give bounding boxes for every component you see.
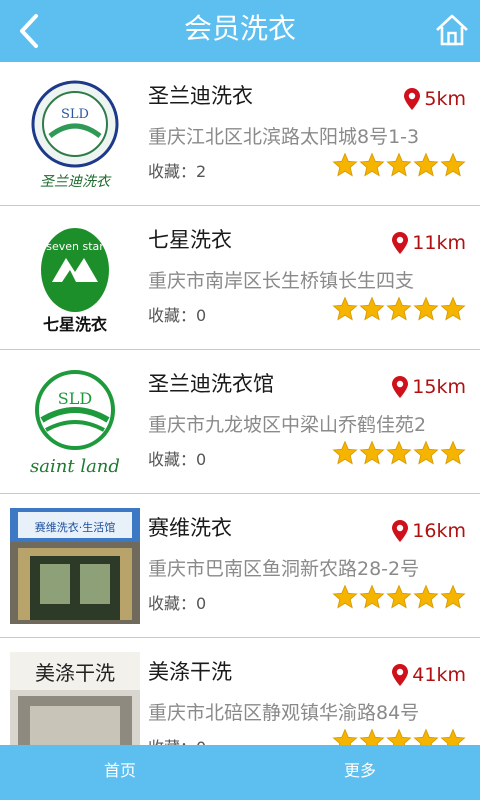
shop-name: 赛维洗衣 xyxy=(148,516,232,540)
favorites-count: 收藏：0 xyxy=(148,446,206,470)
star-icon xyxy=(332,296,358,321)
favorites-label: 收藏： xyxy=(148,450,197,469)
page-title: 会员洗衣 xyxy=(183,12,296,45)
home-icon xyxy=(436,14,468,46)
star-icon xyxy=(332,440,358,465)
tab-more[interactable]: 更多 xyxy=(344,745,376,800)
shop-logo: seven star 七星洗衣 xyxy=(10,220,140,336)
favorites-count: 收藏：2 xyxy=(148,158,206,182)
logo-text: 美涤干洗 xyxy=(35,661,115,685)
star-icon xyxy=(332,584,358,609)
shop-address: 重庆市九龙坡区中梁山乔鹤佳苑2 xyxy=(148,414,427,436)
logo-text: seven star xyxy=(46,240,104,253)
shop-name: 圣兰迪洗衣 xyxy=(148,84,253,108)
star-icon xyxy=(440,440,466,465)
location-pin-icon xyxy=(392,520,409,542)
shop-photo: 美涤干洗 xyxy=(10,652,140,745)
shop-photo: 赛维洗衣·生活馆 xyxy=(10,508,140,624)
shop-address: 重庆市北碚区静观镇华渝路84号 xyxy=(148,702,420,724)
favorites-value: 0 xyxy=(196,738,206,745)
bottom-tab-bar: 首页 更多 xyxy=(0,745,480,800)
rating-stars xyxy=(332,440,466,466)
star-icon xyxy=(440,152,466,177)
rating-stars xyxy=(332,152,466,178)
location-pin-icon xyxy=(392,376,409,398)
distance: 41km xyxy=(392,664,466,686)
favorites-label: 收藏： xyxy=(148,162,197,181)
list-item[interactable]: seven star 七星洗衣 七星洗衣 11km 重庆市南岸区长生桥镇长生四支… xyxy=(0,206,480,350)
star-icon xyxy=(440,296,466,321)
shop-name: 七星洗衣 xyxy=(148,228,232,252)
rating-stars xyxy=(332,728,466,745)
star-icon xyxy=(359,440,385,465)
favorites-count: 收藏：0 xyxy=(148,590,206,614)
star-icon xyxy=(332,152,358,177)
logo-text: SLD xyxy=(61,107,89,122)
logo-caption: 七星洗衣 xyxy=(43,315,107,334)
list-item[interactable]: SLD 圣兰迪洗衣 圣兰迪洗衣 5km 重庆江北区北滨路太阳城8号1-3 收藏：… xyxy=(0,62,480,206)
star-icon xyxy=(440,728,466,745)
logo-caption: 圣兰迪洗衣 xyxy=(40,174,112,190)
shop-logo: SLD saint land xyxy=(10,364,140,480)
distance: 15km xyxy=(392,376,466,398)
logo-text: 赛维洗衣·生活馆 xyxy=(35,520,116,534)
star-icon xyxy=(386,728,412,745)
shop-address: 重庆市巴南区鱼洞新农路28-2号 xyxy=(148,558,420,580)
rating-stars xyxy=(332,296,466,322)
favorites-value: 0 xyxy=(196,306,207,325)
star-icon xyxy=(440,584,466,609)
favorites-count: 收藏：0 xyxy=(148,302,206,326)
distance-value: 41km xyxy=(412,664,466,686)
list-item[interactable]: 赛维洗衣·生活馆 赛维洗衣 16km 重庆市巴南区鱼洞新农路28-2号 收藏：0 xyxy=(0,494,480,638)
star-icon xyxy=(413,152,439,177)
list-item[interactable]: 美涤干洗 美涤干洗 41km 重庆市北碚区静观镇华渝路84号 收藏：0 xyxy=(0,638,480,745)
location-pin-icon xyxy=(392,664,409,686)
rating-stars xyxy=(332,584,466,610)
star-icon xyxy=(413,440,439,465)
shop-list: SLD 圣兰迪洗衣 圣兰迪洗衣 5km 重庆江北区北滨路太阳城8号1-3 收藏：… xyxy=(0,62,480,745)
star-icon xyxy=(386,440,412,465)
favorites-label: 收藏： xyxy=(148,306,197,325)
distance: 5km xyxy=(404,88,466,110)
list-item[interactable]: SLD saint land 圣兰迪洗衣馆 15km 重庆市九龙坡区中梁山乔鹤佳… xyxy=(0,350,480,494)
star-icon xyxy=(413,296,439,321)
header-bar: 会员洗衣 xyxy=(0,0,480,62)
favorites-count: 收藏：0 xyxy=(148,734,206,745)
shop-address: 重庆江北区北滨路太阳城8号1-3 xyxy=(148,126,420,148)
location-pin-icon xyxy=(404,88,421,110)
tab-home[interactable]: 首页 xyxy=(104,745,136,800)
distance: 11km xyxy=(392,232,466,254)
star-icon xyxy=(386,584,412,609)
star-icon xyxy=(359,296,385,321)
distance-value: 16km xyxy=(412,520,466,542)
star-icon xyxy=(386,152,412,177)
star-icon xyxy=(359,584,385,609)
star-icon xyxy=(359,728,385,745)
favorites-value: 2 xyxy=(196,162,207,181)
logo-caption: saint land xyxy=(30,456,120,477)
logo-text: SLD xyxy=(58,389,92,408)
star-icon xyxy=(413,728,439,745)
home-button[interactable] xyxy=(434,12,470,48)
star-icon xyxy=(413,584,439,609)
shop-name: 圣兰迪洗衣馆 xyxy=(148,372,274,396)
shop-name: 美涤干洗 xyxy=(148,660,232,684)
distance-value: 5km xyxy=(424,88,466,110)
shop-address: 重庆市南岸区长生桥镇长生四支 xyxy=(148,270,415,292)
favorites-value: 0 xyxy=(196,594,207,613)
shop-logo: SLD 圣兰迪洗衣 xyxy=(10,76,140,192)
distance-value: 15km xyxy=(412,376,466,398)
star-icon xyxy=(332,728,358,745)
distance-value: 11km xyxy=(412,232,466,254)
distance: 16km xyxy=(392,520,466,542)
favorites-value: 0 xyxy=(196,450,207,469)
star-icon xyxy=(386,296,412,321)
favorites-label: 收藏： xyxy=(148,594,197,613)
star-icon xyxy=(359,152,385,177)
favorites-label: 收藏： xyxy=(148,738,196,745)
location-pin-icon xyxy=(392,232,409,254)
